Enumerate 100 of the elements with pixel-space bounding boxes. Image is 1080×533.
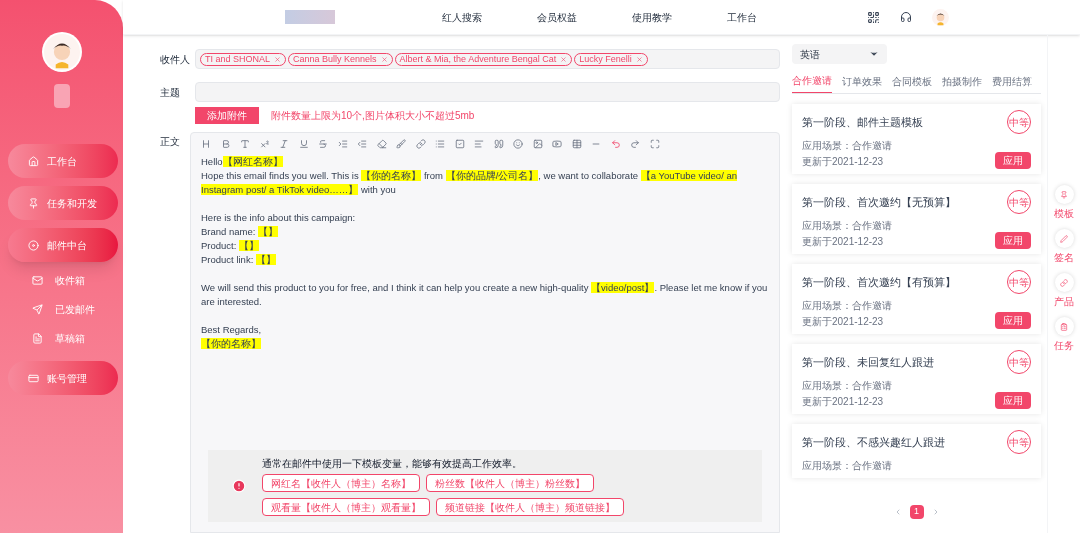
close-icon[interactable] — [274, 55, 282, 63]
template-title: 第一阶段、邮件主题模板 — [802, 114, 923, 130]
language-select[interactable]: 英语 — [792, 44, 887, 64]
logo-placeholder — [53, 84, 70, 108]
sidebar-item[interactable]: 任务和开发 — [8, 186, 118, 220]
italic-icon[interactable] — [279, 139, 289, 149]
font-size-icon[interactable] — [240, 139, 250, 149]
menu-icon — [28, 372, 39, 384]
apply-button[interactable]: 应用 — [995, 152, 1031, 169]
template-card[interactable]: 第一阶段、首次邀约【无预算】 中等 应用场景：合作邀请 更新于2021-12-23 应用 — [792, 184, 1041, 254]
nav-link[interactable]: 使用教学 — [632, 9, 672, 25]
variable-button[interactable]: 观看量【收件人（博主）观看量】 — [262, 498, 430, 516]
menu-icon — [32, 275, 43, 286]
menu-icon — [32, 304, 43, 315]
template-tab[interactable]: 合作邀请 — [792, 73, 832, 93]
close-icon[interactable] — [635, 55, 643, 63]
eraser-icon[interactable] — [376, 139, 387, 149]
table-icon[interactable] — [571, 139, 582, 149]
template-card[interactable]: 第一阶段、未回复红人跟进 中等 应用场景：合作邀请 更新于2021-12-23 应用 — [792, 344, 1041, 414]
scene-text: 应用场景：合作邀请 — [802, 219, 892, 233]
template-title: 第一阶段、首次邀约【有预算】 — [802, 274, 956, 290]
scene-text: 应用场景：合作邀请 — [802, 299, 892, 313]
nav-link[interactable]: 红人搜索 — [442, 9, 482, 25]
body-text: Hope this email finds you well. This is 【你的名称】 from 【你的品牌/公司名】, we want to collaborate 【a YouTube video/ an Instagram post/ a TikTok video……】 with you — [201, 169, 738, 197]
page-button[interactable]: 1 — [909, 505, 924, 519]
close-icon[interactable] — [380, 55, 388, 63]
clipboard-icon — [1060, 322, 1068, 331]
attach-hint: 附件数量上限为10个,图片体积大小不超过5mb — [271, 109, 475, 123]
body-text: Hello【网红名称】 — [201, 155, 284, 169]
checkbox-icon[interactable] — [454, 139, 465, 149]
nav-link[interactable]: 会员权益 — [537, 9, 577, 25]
template-tab[interactable]: 合同模板 — [892, 73, 932, 93]
field-label: 主题 — [160, 85, 181, 100]
scene-text: 应用场景：合作邀请 — [802, 379, 892, 393]
tip-text: 通常在邮件中使用一下模板变量，能够有效提高工作效率。 — [262, 457, 523, 471]
apply-button[interactable]: 应用 — [995, 312, 1031, 329]
menu-icon — [28, 239, 39, 251]
updated-text: 更新于2021-12-23 — [802, 235, 885, 249]
video-icon[interactable] — [552, 139, 562, 149]
pin-icon — [1060, 190, 1068, 199]
list-icon[interactable] — [435, 139, 445, 149]
bold-icon[interactable] — [220, 139, 231, 149]
indent-icon[interactable] — [337, 139, 348, 149]
variable-button[interactable]: 粉丝数【收件人（博主）粉丝数】 — [426, 474, 594, 492]
link-icon — [1060, 278, 1068, 287]
heading-icon[interactable] — [201, 139, 211, 149]
qr-code-icon[interactable] — [867, 10, 880, 24]
fullscreen-icon[interactable] — [649, 139, 660, 149]
apply-button[interactable]: 应用 — [995, 232, 1031, 249]
sidebar-subitem[interactable]: 收件箱 — [8, 266, 123, 295]
menu-icon — [32, 333, 43, 344]
recipients-field[interactable]: TI and SHONAL Canna Bully Kennels Albert & Mia, the Adventure Bengal Cat Lucky Fenelli — [195, 49, 780, 69]
attach-button[interactable]: 添加附件 — [195, 107, 259, 124]
avatar-icon — [43, 34, 80, 70]
align-icon[interactable] — [474, 139, 484, 149]
template-title: 第一阶段、不感兴趣红人跟进 — [802, 434, 945, 450]
template-card[interactable]: 第一阶段、邮件主题模板 中等 应用场景：合作邀请 更新于2021-12-23 应用 — [792, 104, 1041, 174]
field-label: 收件人 — [160, 52, 191, 67]
subject-field[interactable] — [195, 82, 780, 102]
superscript-icon[interactable] — [259, 139, 270, 149]
editor[interactable] — [190, 132, 780, 533]
body-text: 【你的名称】 — [201, 337, 262, 351]
menu-icon — [28, 197, 39, 209]
variable-button[interactable]: 网红名【收件人（博主）名称】 — [262, 474, 420, 492]
sidebar-item[interactable]: 账号管理 — [8, 361, 118, 395]
underline-icon[interactable] — [298, 139, 309, 149]
updated-text: 更新于2021-12-23 — [802, 395, 885, 409]
template-card[interactable]: 第一阶段、不感兴趣红人跟进 中等 应用场景：合作邀请 — [792, 424, 1041, 478]
sidebar-subitem[interactable]: 草稿箱 — [8, 324, 123, 353]
scene-text: 应用场景：合作邀请 — [802, 139, 892, 153]
strikethrough-icon[interactable] — [318, 139, 328, 149]
template-card[interactable]: 第一阶段、首次邀约【有预算】 中等 应用场景：合作邀请 更新于2021-12-23 应用 — [792, 264, 1041, 334]
headset-icon[interactable] — [900, 11, 912, 23]
logo-placeholder — [285, 10, 335, 24]
updated-text: 更新于2021-12-23 — [802, 155, 885, 169]
template-tab[interactable]: 订单效果 — [842, 73, 882, 93]
apply-button[interactable]: 应用 — [995, 392, 1031, 409]
variable-button[interactable]: 频道链接【收件人（博主）频道链接】 — [436, 498, 624, 516]
sidebar-item[interactable]: 工作台 — [8, 144, 118, 178]
link-icon[interactable] — [415, 139, 426, 149]
redo-icon[interactable] — [630, 139, 640, 149]
body-text: Product: 【】 — [201, 239, 261, 253]
template-tab[interactable]: 费用结算 — [992, 73, 1032, 93]
brush-icon[interactable] — [396, 139, 406, 149]
emoji-icon[interactable] — [513, 139, 523, 149]
body-text: Here is the info about this campaign: — [201, 211, 357, 225]
scene-text: 应用场景：合作邀请 — [802, 459, 892, 473]
quote-icon[interactable] — [493, 139, 504, 149]
close-icon[interactable] — [560, 55, 568, 63]
image-icon[interactable] — [532, 139, 543, 149]
sidebar-item[interactable]: 邮件中台 — [8, 228, 118, 262]
body-text: Best Regards, — [201, 323, 263, 337]
template-title: 第一阶段、未回复红人跟进 — [802, 354, 934, 370]
outdent-icon[interactable] — [357, 139, 367, 149]
nav-link[interactable]: 工作台 — [727, 9, 757, 25]
sidebar-subitem[interactable]: 已发邮件 — [8, 295, 123, 324]
undo-icon[interactable] — [610, 139, 621, 149]
menu-icon — [28, 155, 39, 167]
template-tab[interactable]: 拍摄制作 — [942, 73, 982, 93]
body-text: Product link: 【】 — [201, 253, 277, 267]
